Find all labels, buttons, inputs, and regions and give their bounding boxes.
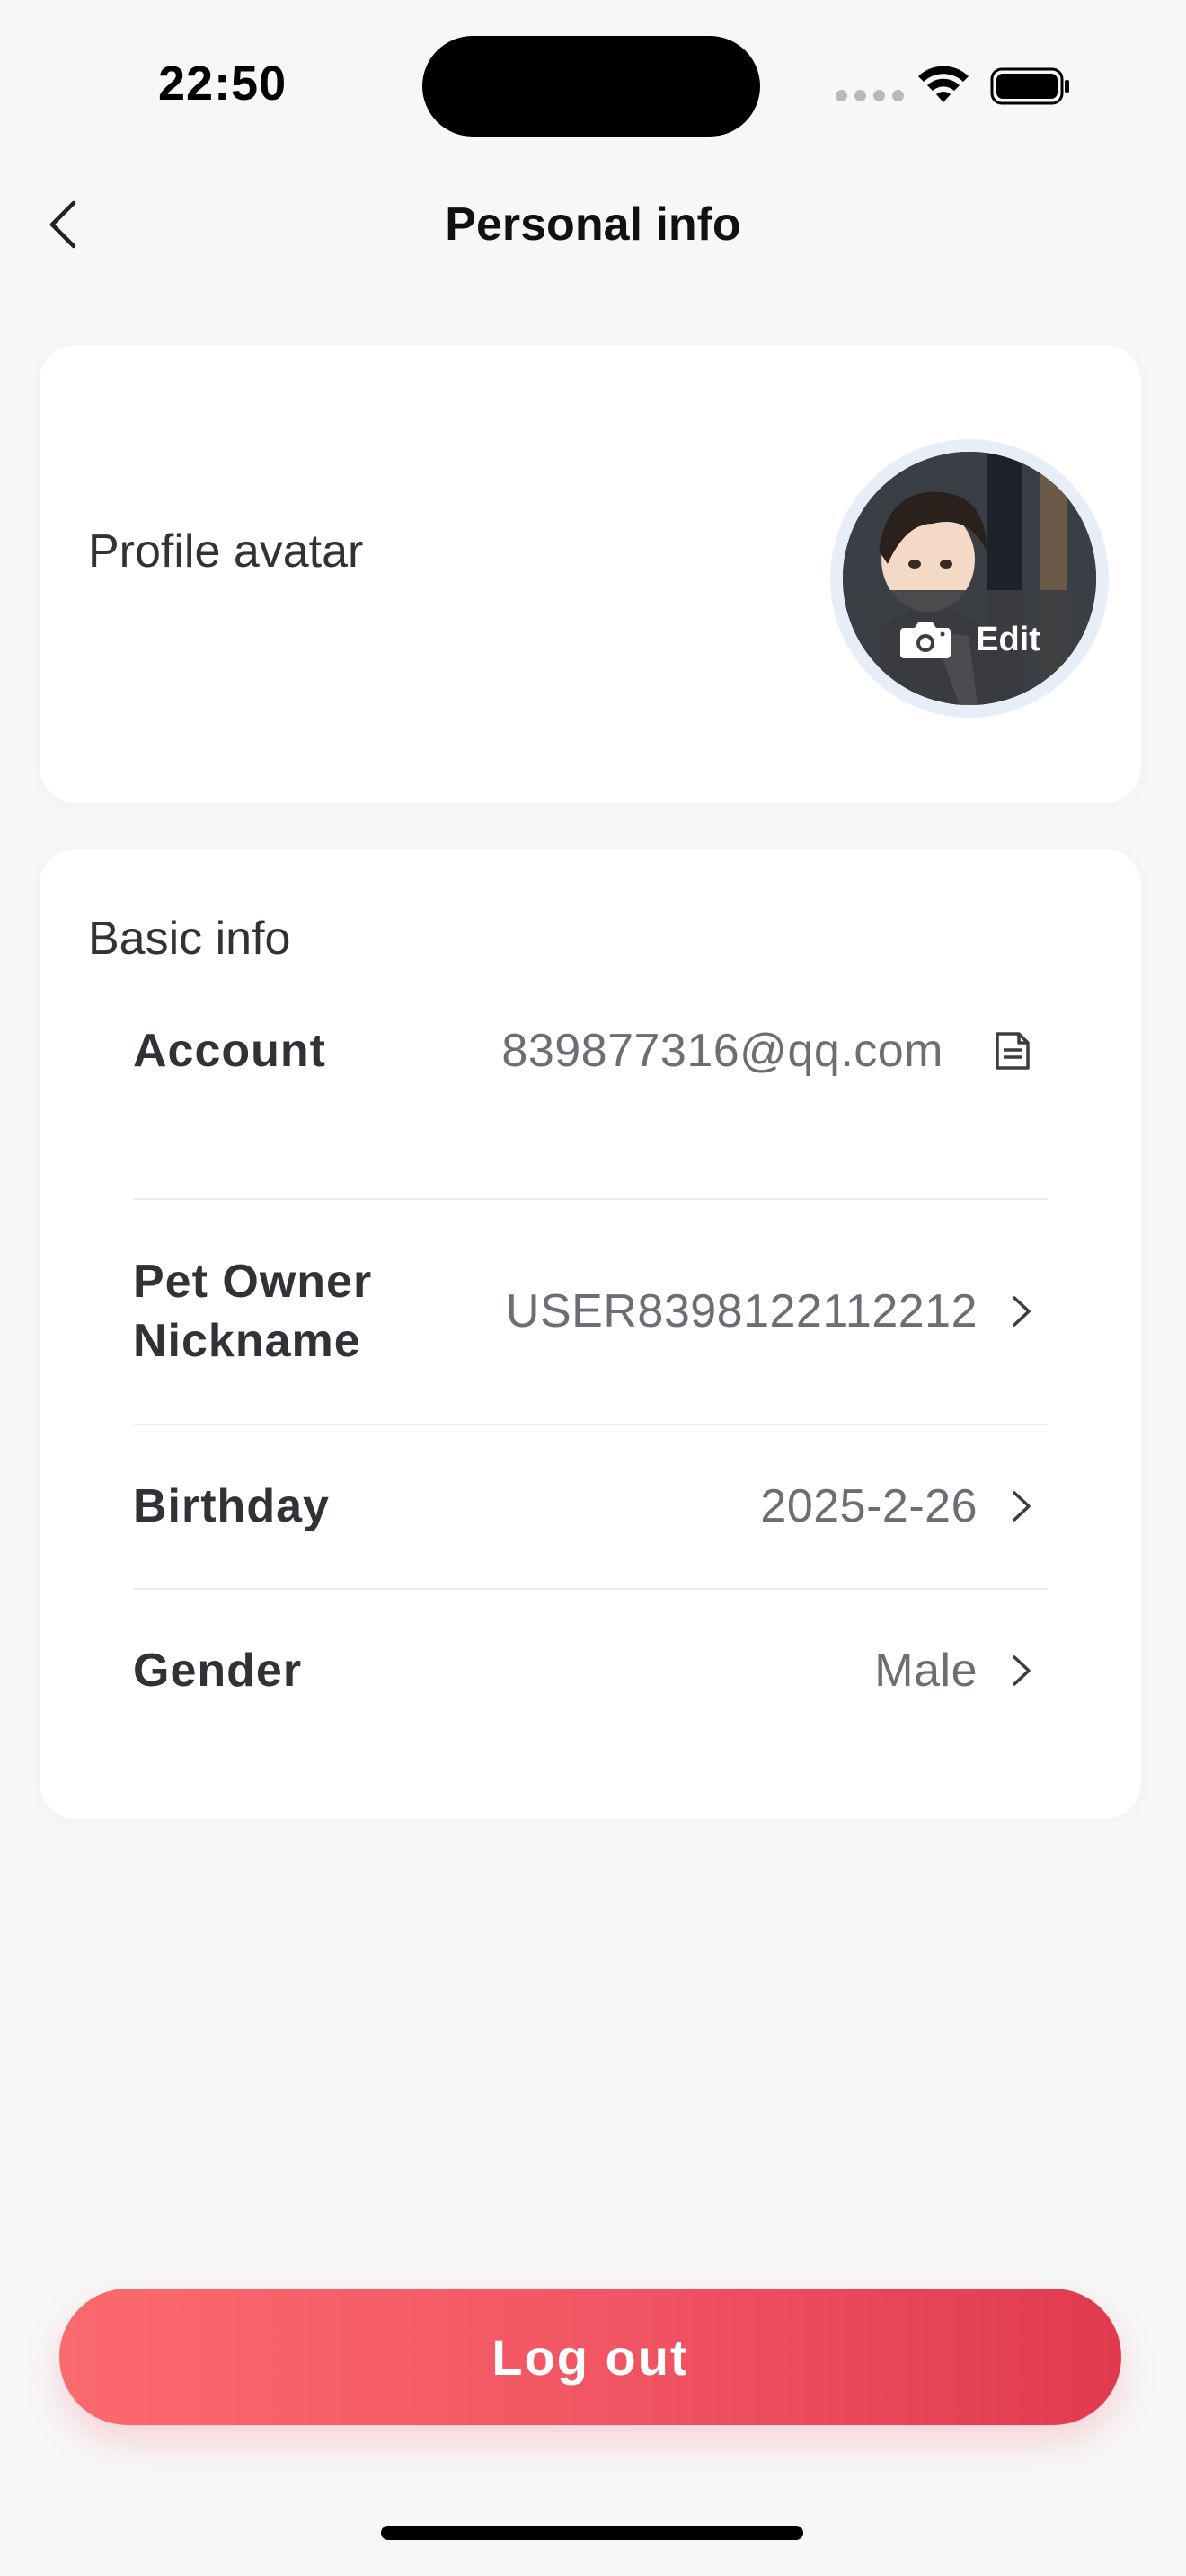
gender-row[interactable]: Gender Male bbox=[133, 1589, 1048, 1752]
account-row: Account 839877316@qq.com bbox=[133, 997, 1048, 1105]
status-time: 22:50 bbox=[158, 57, 288, 110]
nickname-row[interactable]: Pet Owner Nickname USER8398122112212 bbox=[133, 1199, 1048, 1424]
camera-icon bbox=[900, 622, 951, 658]
nickname-label-line2: Nickname bbox=[133, 1315, 361, 1367]
edit-label: Edit bbox=[976, 620, 1040, 658]
avatar-edit-overlay: Edit bbox=[843, 590, 1096, 705]
nickname-value: USER8398122112212 bbox=[505, 1285, 978, 1337]
avatar-edit-button[interactable]: Edit bbox=[830, 439, 1109, 718]
logout-button[interactable]: Log out bbox=[59, 2289, 1121, 2425]
birthday-label: Birthday bbox=[133, 1480, 330, 1532]
logout-label: Log out bbox=[491, 2328, 689, 2386]
account-value: 839877316@qq.com bbox=[501, 1025, 943, 1077]
cellular-signal-icon bbox=[836, 90, 904, 101]
gender-label: Gender bbox=[133, 1645, 303, 1697]
account-label: Account bbox=[133, 1025, 326, 1077]
page-title: Personal info bbox=[445, 198, 741, 251]
dynamic-island bbox=[422, 36, 760, 137]
profile-avatar-label: Profile avatar bbox=[88, 525, 364, 578]
chevron-right-icon bbox=[1013, 1655, 1031, 1686]
copy-document-icon[interactable] bbox=[994, 1030, 1031, 1072]
screen: 22:50 Personal info Profile avatar Edit … bbox=[0, 0, 1186, 2576]
avatar-card: Profile avatar Edit bbox=[40, 345, 1141, 803]
chevron-right-icon bbox=[1013, 1296, 1031, 1327]
navigation-bar: Personal info bbox=[0, 171, 1186, 278]
wifi-icon bbox=[918, 66, 969, 102]
home-indicator bbox=[381, 2526, 803, 2540]
nickname-label-line1: Pet Owner bbox=[133, 1256, 373, 1308]
basic-info-title: Basic info bbox=[88, 913, 291, 965]
avatar: Edit bbox=[843, 452, 1096, 705]
chevron-right-icon bbox=[1013, 1491, 1031, 1522]
nickname-label: Pet Owner Nickname bbox=[133, 1252, 372, 1371]
gender-value: Male bbox=[874, 1645, 978, 1697]
battery-icon bbox=[990, 67, 1069, 105]
status-bar: 22:50 bbox=[0, 0, 1186, 153]
birthday-value: 2025-2-26 bbox=[760, 1480, 978, 1532]
basic-info-card: Basic info Account 839877316@qq.com Pet … bbox=[40, 849, 1141, 1819]
birthday-row[interactable]: Birthday 2025-2-26 bbox=[133, 1425, 1048, 1588]
